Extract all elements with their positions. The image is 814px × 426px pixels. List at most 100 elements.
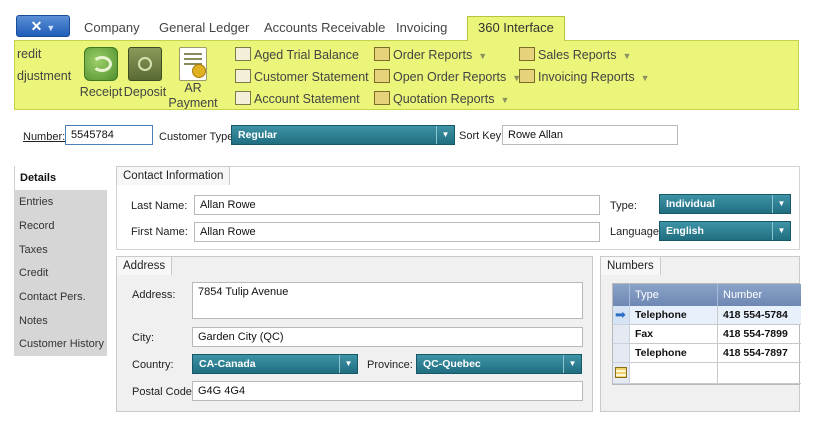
column-header-number[interactable]: Number [718, 284, 801, 306]
chevron-down-icon: ▼ [478, 51, 488, 61]
last-name-input[interactable]: Allan Rowe [194, 195, 600, 215]
customer-type-select[interactable]: Regular ▼ [231, 125, 455, 145]
sales-reports-dropdown[interactable]: Sales Reports ▼ [519, 47, 631, 62]
quotation-reports-dropdown[interactable]: Quotation Reports ▼ [374, 91, 509, 106]
chevron-down-icon: ▼ [772, 195, 790, 213]
ribbon-credit-button[interactable]: redit [17, 47, 41, 61]
table-cell-number[interactable]: 418 554-5784 [718, 306, 801, 325]
numbers-tab[interactable]: Numbers [600, 256, 661, 275]
number-label: Number: [23, 131, 66, 143]
tab-general-ledger[interactable]: General Ledger [159, 18, 249, 40]
contact-information-tab[interactable]: Contact Information [116, 166, 231, 185]
tab-company[interactable]: Company [84, 18, 140, 40]
table-cell-type[interactable]: Telephone [630, 344, 718, 363]
nav-credit[interactable]: Credit [14, 261, 107, 285]
city-input[interactable]: Garden City (QC) [192, 327, 583, 347]
table-cell-number[interactable]: 418 554-7899 [718, 325, 801, 344]
province-label: Province: [367, 359, 413, 371]
chevron-down-icon: ▼ [772, 222, 790, 240]
ar-payment-label-line1: AR [184, 81, 202, 95]
postal-code-label: Postal Code: [132, 386, 195, 398]
current-row-indicator[interactable]: ➡ [613, 306, 630, 325]
chevron-down-icon: ▼ [563, 355, 581, 373]
first-name-input[interactable]: Allan Rowe [194, 222, 600, 242]
report-icon [519, 69, 535, 83]
address-label: Address: [132, 289, 176, 301]
country-select[interactable]: CA-Canada ▼ [192, 354, 358, 374]
new-row-cell-number[interactable] [718, 363, 801, 384]
first-name-label: First Name: [131, 226, 188, 238]
new-row-icon [615, 367, 627, 378]
chevron-down-icon: ▼ [640, 73, 650, 83]
grid-corner [613, 284, 630, 306]
ribbon-adjustment-button[interactable]: djustment [17, 69, 71, 83]
application-menu-button[interactable]: ✕ ▼ [16, 15, 70, 37]
ribbon-tab-bar: ✕ ▼ Company General Ledger Accounts Recei… [0, 0, 814, 41]
table-cell-type[interactable]: Telephone [630, 306, 718, 325]
report-icon [519, 47, 535, 61]
report-icon [235, 69, 251, 83]
report-icon [374, 69, 390, 83]
report-icon [235, 91, 251, 105]
aged-trial-balance-button[interactable]: Aged Trial Balance [235, 47, 359, 62]
ar-payment-icon [179, 47, 207, 81]
nav-customer-history[interactable]: Customer History [14, 332, 107, 356]
sort-key-label: Sort Key: [459, 130, 505, 142]
nav-notes[interactable]: Notes [14, 309, 107, 333]
receipt-icon [84, 47, 118, 81]
report-icon [374, 47, 390, 61]
chevron-down-icon: ▼ [500, 95, 510, 105]
table-cell-number[interactable]: 418 554-7897 [718, 344, 801, 363]
report-icon [374, 91, 390, 105]
address-tab[interactable]: Address [116, 256, 173, 275]
report-icon [235, 47, 251, 61]
receipt-button[interactable]: Receipt [79, 47, 123, 100]
chevron-down-icon: ▼ [339, 355, 357, 373]
account-statement-button[interactable]: Account Statement [235, 91, 360, 106]
row-indicator[interactable] [613, 344, 630, 363]
type-label: Type: [610, 200, 637, 212]
language-label: Language: [610, 226, 662, 238]
address-input[interactable]: 7854 Tulip Avenue [192, 282, 583, 319]
country-label: Country: [132, 359, 174, 371]
receipt-label: Receipt [79, 85, 123, 99]
deposit-button[interactable]: Deposit [123, 47, 167, 100]
chevron-down-icon: ▼ [622, 51, 632, 61]
type-select[interactable]: Individual ▼ [659, 194, 791, 214]
deposit-safe-icon [128, 47, 162, 81]
postal-code-input[interactable]: G4G 4G4 [192, 381, 583, 401]
numbers-grid: Type Number ➡ Telephone 418 554-5784 Fax… [612, 283, 801, 385]
new-row-cell-type[interactable] [630, 363, 718, 384]
sort-key-input[interactable]: Rowe Allan [502, 125, 678, 145]
nav-record[interactable]: Record [14, 214, 107, 238]
province-select[interactable]: QC-Quebec ▼ [416, 354, 582, 374]
open-order-reports-dropdown[interactable]: Open Order Reports ▼ [374, 69, 521, 84]
chevron-down-icon: ▼ [46, 23, 56, 33]
city-label: City: [132, 332, 154, 344]
deposit-label: Deposit [123, 85, 167, 99]
ribbon-panel: redit djustment Receipt Deposit AR Payme… [14, 40, 799, 110]
nav-taxes[interactable]: Taxes [14, 238, 107, 262]
nav-contact-persons[interactable]: Contact Pers. [14, 285, 107, 309]
left-navigation: Details Entries Record Taxes Credit Cont… [14, 166, 107, 356]
row-indicator[interactable] [613, 325, 630, 344]
nav-entries[interactable]: Entries [14, 190, 107, 214]
tab-accounts-receivable[interactable]: Accounts Receivable [264, 18, 385, 40]
nav-details[interactable]: Details [14, 166, 107, 190]
chevron-down-icon: ▼ [436, 126, 454, 144]
customer-statement-button[interactable]: Customer Statement [235, 69, 369, 84]
new-row-indicator[interactable] [613, 363, 630, 384]
number-input[interactable]: 5545784 [65, 125, 153, 145]
tab-360-interface[interactable]: 360 Interface [467, 16, 565, 41]
last-name-label: Last Name: [131, 200, 188, 212]
order-reports-dropdown[interactable]: Order Reports ▼ [374, 47, 487, 62]
arrow-right-icon: ➡ [615, 307, 626, 322]
invoicing-reports-dropdown[interactable]: Invoicing Reports ▼ [519, 69, 650, 84]
ar-payment-label-line2: Payment [168, 96, 218, 110]
language-select[interactable]: English ▼ [659, 221, 791, 241]
column-header-type[interactable]: Type [630, 284, 718, 306]
ar-payment-button[interactable]: AR Payment [167, 47, 219, 110]
customer-type-label: Customer Type: [159, 131, 237, 143]
table-cell-type[interactable]: Fax [630, 325, 718, 344]
tab-invoicing[interactable]: Invoicing [396, 18, 447, 40]
